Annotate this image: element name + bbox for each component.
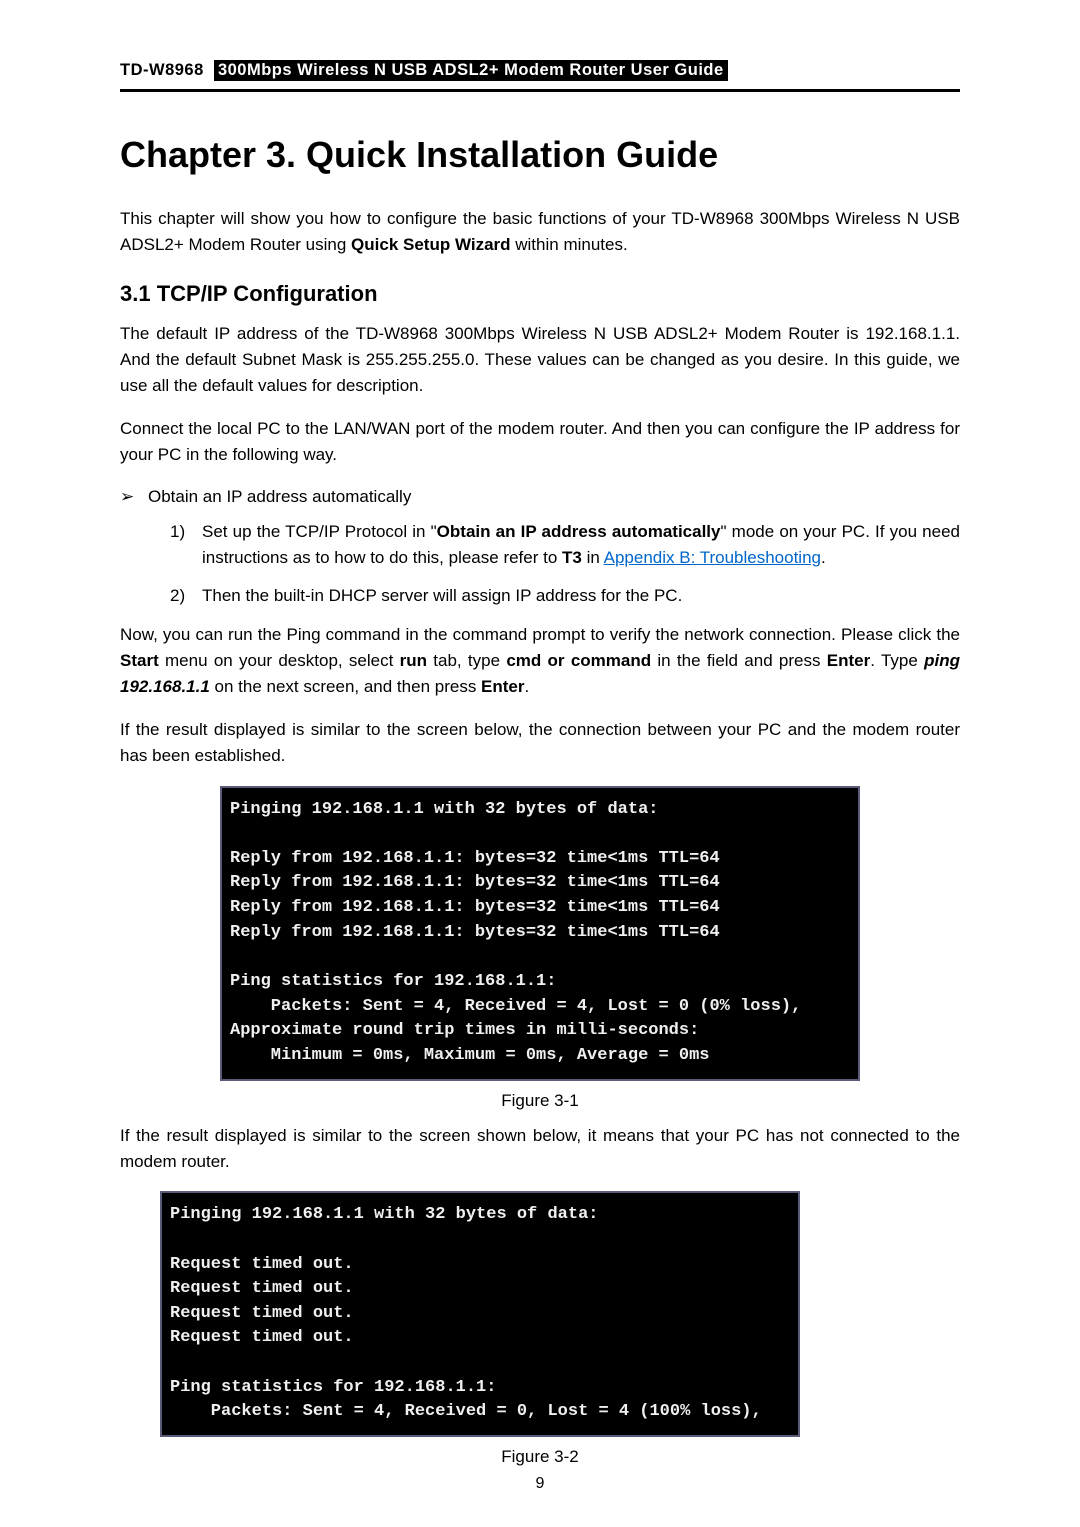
figure-3-1-caption: Figure 3-1 [120, 1091, 960, 1111]
header-title: 300Mbps Wireless N USB ADSL2+ Modem Rout… [214, 60, 728, 81]
list-item-1: 1) Set up the TCP/IP Protocol in "Obtain… [170, 519, 960, 572]
list-item-2: 2) Then the built-in DHCP server will as… [170, 583, 960, 609]
bullet-obtain-ip: ➢ Obtain an IP address automatically [120, 484, 960, 510]
paragraph-5: If the result displayed is similar to th… [120, 1123, 960, 1176]
figure-3-2-caption: Figure 3-2 [120, 1447, 960, 1467]
bullet-text: Obtain an IP address automatically [148, 484, 411, 510]
paragraph-2: Connect the local PC to the LAN/WAN port… [120, 416, 960, 469]
header-model: TD-W8968 [120, 61, 204, 79]
terminal-output-success: Pinging 192.168.1.1 with 32 bytes of dat… [220, 786, 860, 1081]
chapter-title: Chapter 3. Quick Installation Guide [120, 134, 960, 176]
paragraph-4: If the result displayed is similar to th… [120, 717, 960, 770]
paragraph-1: The default IP address of the TD-W8968 3… [120, 321, 960, 400]
page-header: TD-W8968 300Mbps Wireless N USB ADSL2+ M… [120, 60, 960, 92]
bullet-marker: ➢ [120, 484, 148, 510]
paragraph-3: Now, you can run the Ping command in the… [120, 622, 960, 701]
page-number: 9 [0, 1475, 1080, 1493]
intro-text: This chapter will show you how to config… [120, 206, 960, 259]
terminal-output-fail: Pinging 192.168.1.1 with 32 bytes of dat… [160, 1191, 800, 1437]
appendix-b-link[interactable]: Appendix B: Troubleshooting [604, 548, 821, 567]
section-title: 3.1 TCP/IP Configuration [120, 281, 960, 307]
